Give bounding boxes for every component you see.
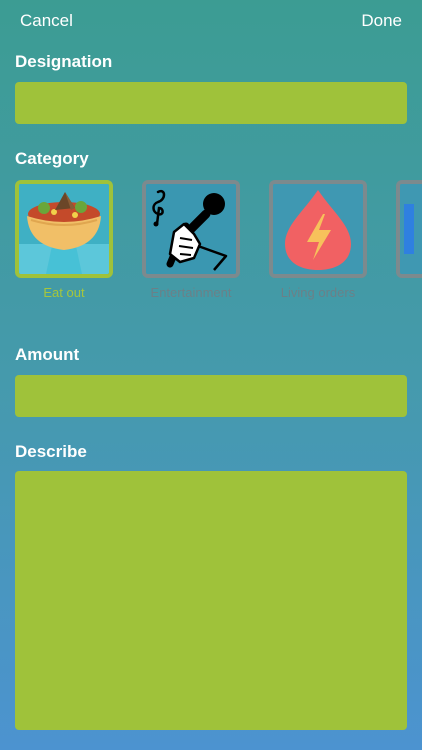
category-item-entertainment[interactable]: Entertainment <box>142 180 242 300</box>
category-icon <box>400 184 422 274</box>
designation-input[interactable] <box>15 82 407 124</box>
category-tile[interactable] <box>142 180 240 278</box>
nav-bar: Cancel Done <box>0 0 422 44</box>
category-item-living-orders[interactable]: Living orders <box>269 180 369 300</box>
microphone-icon <box>146 184 236 274</box>
amount-input[interactable] <box>15 375 407 417</box>
energy-drop-icon <box>273 184 363 274</box>
describe-label: Describe <box>15 442 87 461</box>
category-carousel[interactable]: Eat out Entertainment Living orders <box>0 180 422 310</box>
category-item-label: Eat out <box>43 285 85 300</box>
cancel-button[interactable]: Cancel <box>20 11 73 31</box>
describe-textarea[interactable] <box>15 471 407 730</box>
category-tile[interactable] <box>396 180 422 278</box>
amount-label: Amount <box>15 345 80 364</box>
food-bowl-icon <box>19 184 109 274</box>
category-item-label: Living orders <box>280 285 356 300</box>
category-item-label: Entertainment <box>150 285 232 300</box>
category-item-partial[interactable] <box>396 180 422 278</box>
category-item-eat-out[interactable]: Eat out <box>15 180 115 300</box>
category-label: Category <box>15 149 89 168</box>
designation-label: Designation <box>15 52 113 71</box>
category-tile[interactable] <box>269 180 367 278</box>
category-tile[interactable] <box>15 180 113 278</box>
done-button[interactable]: Done <box>361 11 402 31</box>
